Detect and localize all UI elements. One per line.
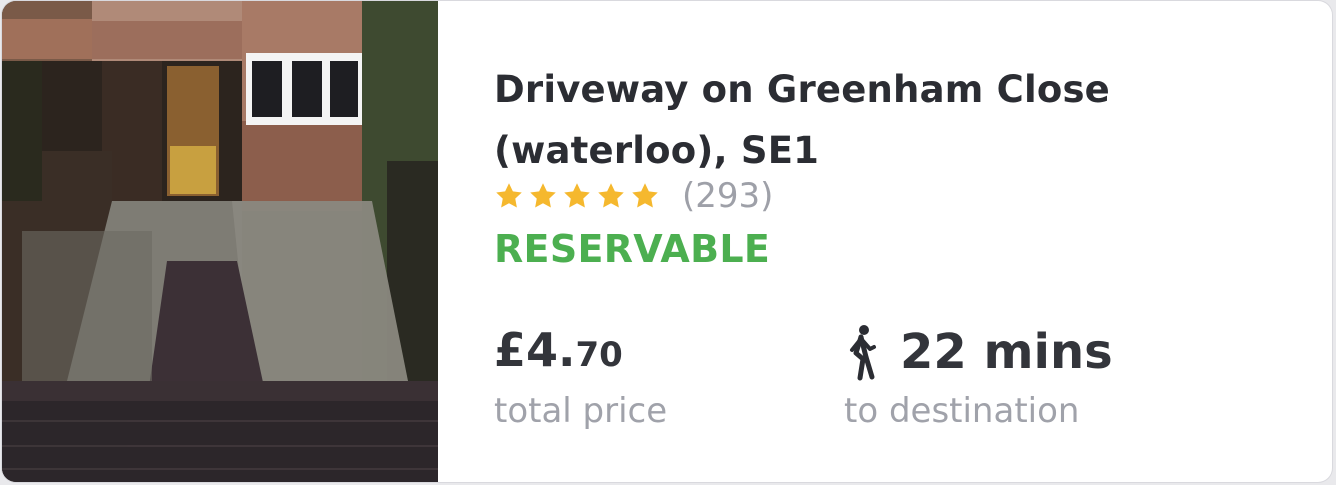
listing-title[interactable]: Driveway on Greenham Close (waterloo), S… — [494, 59, 1254, 181]
price-pounds: £4. — [494, 323, 576, 377]
star-icon — [632, 183, 658, 208]
star-icon — [564, 183, 590, 208]
review-count[interactable]: (293) — [682, 176, 773, 216]
walking-person-icon — [850, 325, 876, 381]
rating: (293) — [494, 173, 773, 219]
star-icon — [598, 183, 624, 208]
price-block: £4.70 total price — [494, 323, 667, 431]
star-rating — [494, 181, 664, 211]
walk-time-block: 22 mins to destination — [844, 323, 1113, 431]
listing-details: Driveway on Greenham Close (waterloo), S… — [494, 1, 1314, 482]
walk-time: 22 mins — [900, 324, 1113, 380]
listing-title-line2: (waterloo), SE1 — [494, 129, 820, 172]
listing-title-line1: Driveway on Greenham Close — [494, 68, 1110, 111]
reservable-status: RESERVABLE — [494, 227, 771, 271]
star-icon — [530, 183, 556, 208]
star-icon — [496, 183, 522, 208]
price-pence: 70 — [575, 335, 623, 375]
price-value: £4.70 — [494, 323, 623, 377]
parking-listing-card[interactable]: Driveway on Greenham Close (waterloo), S… — [2, 1, 1332, 482]
price-label: total price — [494, 391, 668, 431]
walk-label: to destination — [844, 391, 1080, 431]
driveway-photo — [2, 1, 438, 482]
